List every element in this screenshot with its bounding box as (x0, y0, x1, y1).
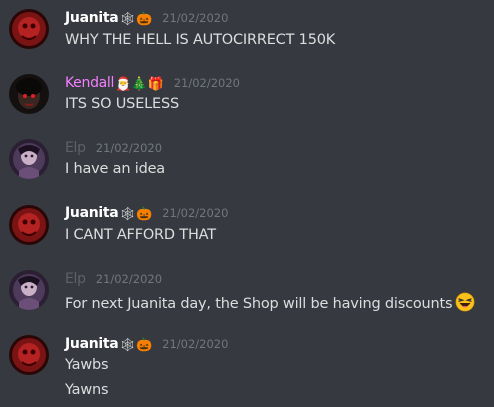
message-header: Juanita 🕸🎃 21/02/2020 (65, 336, 228, 356)
username-emoji-badges: 🎅🎄🎁 (115, 77, 164, 92)
timestamp[interactable]: 21/02/2020 (162, 11, 228, 25)
message-text: WHY THE HELL IS AUTOCIRRECT 150K (65, 32, 336, 48)
username[interactable]: Elp (65, 140, 86, 156)
username-emoji-badges: 🕸🎃 (119, 207, 153, 222)
username[interactable]: Elp (65, 271, 86, 287)
username[interactable]: Juanita (65, 336, 119, 352)
avatar[interactable] (9, 139, 49, 179)
timestamp[interactable]: 21/02/2020 (162, 206, 228, 220)
username-emoji-badges: 🕸🎃 (119, 12, 153, 27)
timestamp[interactable]: 21/02/2020 (96, 141, 162, 155)
username[interactable]: Juanita (65, 205, 119, 221)
message-text: I have an idea (65, 161, 165, 177)
message-header: Elp 21/02/2020 (65, 140, 162, 160)
message-text: Yawbs (65, 357, 109, 373)
message-text: ITS SO USELESS (65, 96, 180, 112)
message-text: For next Juanita day, the Shop will be h… (65, 292, 475, 312)
avatar[interactable] (9, 335, 49, 375)
chat-messages: Juanita 🕸🎃 21/02/2020 WHY THE HELL IS AU… (0, 0, 494, 407)
message-text-content: For next Juanita day, the Shop will be h… (65, 296, 453, 312)
timestamp[interactable]: 21/02/2020 (162, 337, 228, 351)
timestamp[interactable]: 21/02/2020 (96, 272, 162, 286)
message-text: Yawns (65, 382, 109, 398)
timestamp[interactable]: 21/02/2020 (174, 76, 240, 90)
avatar[interactable] (9, 9, 49, 49)
avatar[interactable] (9, 74, 49, 114)
message-header: Elp 21/02/2020 (65, 271, 162, 291)
username-emoji-badges: 🕸🎃 (119, 338, 153, 353)
message-text: I CANT AFFORD THAT (65, 227, 216, 243)
message-header: Juanita 🕸🎃 21/02/2020 (65, 10, 228, 30)
message-header: Kendall 🎅🎄🎁 21/02/2020 (65, 75, 240, 95)
laughing-emoji-icon (455, 292, 475, 312)
avatar[interactable] (9, 270, 49, 310)
message-header: Juanita 🕸🎃 21/02/2020 (65, 205, 228, 225)
username[interactable]: Kendall (65, 75, 114, 91)
avatar[interactable] (9, 205, 49, 245)
username[interactable]: Juanita (65, 10, 119, 26)
